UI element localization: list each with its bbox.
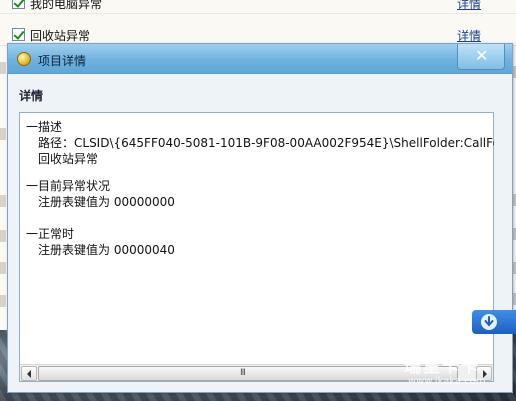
grip-icon: III xyxy=(240,368,246,378)
close-button[interactable]: ✕ xyxy=(457,44,505,70)
group-heading: 一正常时 xyxy=(26,227,75,241)
details-dialog: 项目详情 ✕ 详情 一描述 路径：CLSID\{645FF040-5081-10… xyxy=(7,43,513,393)
section-heading: 详情 xyxy=(19,89,44,103)
group-heading: 一描述 xyxy=(26,120,63,134)
hidden-row-edge xyxy=(0,262,6,274)
hidden-row-edge xyxy=(0,230,6,242)
coin-icon xyxy=(17,52,31,66)
list-row-my-computer[interactable]: 我的电脑异常 详情 xyxy=(0,0,516,14)
current-value-line: 注册表键值为 00000000 xyxy=(38,195,175,209)
description-line: 回收站异常 xyxy=(38,152,99,166)
download-button[interactable] xyxy=(472,310,516,334)
dialog-titlebar[interactable]: 项目详情 ✕ xyxy=(8,44,512,74)
watermark-text: 瑞星卡卡 xyxy=(404,357,480,377)
normal-value-line: 注册表键值为 00000040 xyxy=(38,243,175,257)
row-checkbox[interactable] xyxy=(12,28,25,41)
row-checkbox[interactable] xyxy=(12,0,25,9)
hidden-row-edge xyxy=(0,295,6,307)
details-link[interactable]: 详情 xyxy=(457,27,481,44)
row-label: 回收站异常 xyxy=(30,29,91,43)
hidden-row-edge xyxy=(0,195,6,207)
group-heading: 一目前异常状况 xyxy=(26,179,111,193)
hidden-row-edge xyxy=(0,128,6,140)
close-icon: ✕ xyxy=(475,46,489,65)
details-textbox[interactable]: 一描述 路径：CLSID\{645FF040-5081-101B-9F08-00… xyxy=(19,112,494,382)
dialog-title: 项目详情 xyxy=(38,54,87,68)
path-line: 路径：CLSID\{645FF040-5081-101B-9F08-00AA00… xyxy=(38,136,494,150)
download-arrow-icon xyxy=(481,314,497,330)
hidden-row-edge xyxy=(0,62,6,74)
watermark-url: www.ikaka.com xyxy=(408,376,486,387)
scroll-thumb[interactable]: III xyxy=(38,366,458,381)
scroll-left-button[interactable] xyxy=(21,366,37,381)
row-label: 我的电脑异常 xyxy=(30,0,103,11)
details-link[interactable]: 详情 xyxy=(457,0,481,12)
